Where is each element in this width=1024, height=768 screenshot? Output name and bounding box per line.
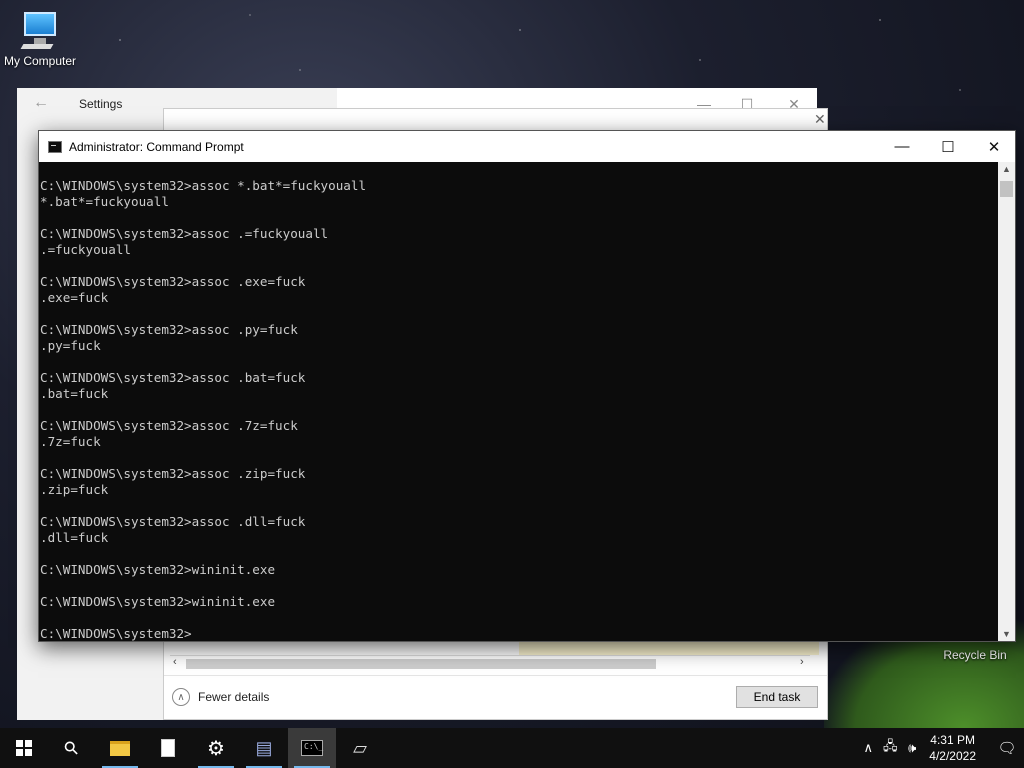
command-prompt-window[interactable]: Administrator: Command Prompt — ☐ ✕ C:\W… [38,130,1016,642]
horizontal-scrollbar[interactable]: ‹ › [170,655,810,671]
cmd-close-button[interactable]: ✕ [971,131,1017,162]
console-line: C:\WINDOWS\system32>wininit.exe [40,562,276,577]
end-task-button[interactable]: End task [736,686,818,708]
taskbar-search-button[interactable]: ⚲ [48,728,96,768]
chevron-up-icon: ∧ [172,688,190,706]
network-icon[interactable]: 🖧 [879,737,901,759]
cmd-window-title: Administrator: Command Prompt [69,139,244,154]
console-line: .py=fuck [40,338,101,353]
console-line: C:\WINDOWS\system32>assoc .bat=fuck [40,370,306,385]
task-manager-footer: ∧ Fewer details End task [164,675,827,719]
taskbar-task-manager[interactable]: ▤ [240,728,288,768]
clock[interactable]: 4:31 PM 4/2/2022 [929,732,976,764]
fewer-details-link[interactable]: ∧ Fewer details [172,688,269,706]
back-arrow-icon[interactable]: ← [33,94,49,112]
scroll-left-icon[interactable]: ‹ [173,656,177,668]
console-line: C:\WINDOWS\system32>assoc .dll=fuck [40,514,306,529]
task-manager-close-button[interactable]: ✕ [814,111,826,128]
console-line: .7z=fuck [40,434,101,449]
console-line: C:\WINDOWS\system32>assoc .zip=fuck [40,466,306,481]
desktop-icon-my-computer[interactable]: My Computer [0,10,80,68]
cmd-titlebar[interactable]: Administrator: Command Prompt — ☐ ✕ [39,131,1015,162]
console-line: C:\WINDOWS\system32>assoc .=fuckyouall [40,226,329,241]
console-line: .=fuckyouall [40,242,131,257]
taskbar-command-prompt[interactable]: C:\_ [288,728,336,768]
desktop-icon-label: My Computer [3,54,77,68]
notification-icon[interactable]: 🗨 [990,728,1024,768]
fewer-details-label: Fewer details [198,690,270,704]
scroll-up-icon[interactable]: ▲ [998,164,1015,174]
scrollbar-thumb[interactable] [186,659,656,669]
windows-logo-icon [16,740,32,756]
cmd-vertical-scrollbar[interactable]: ▲ ▼ [998,162,1015,641]
computer-icon [18,10,62,50]
console-line: C:\WINDOWS\system32>assoc .exe=fuck [40,274,306,289]
start-button[interactable] [0,728,48,768]
settings-title: Settings [79,97,123,111]
scroll-right-icon[interactable]: › [800,656,804,668]
clock-date: 4/2/2022 [929,749,976,763]
drive-icon: ▱ [353,737,367,758]
taskbar: ⚲ ⚙ ▤ C:\_ ▱ ∧ 🖧 🕪 4:31 PM 4/2/2022 🗨 [0,728,1024,768]
cmd-minimize-button[interactable]: — [879,131,925,162]
task-manager-icon: ▤ [255,737,273,758]
console-line: C:\WINDOWS\system32>assoc .7z=fuck [40,418,298,433]
scroll-down-icon[interactable]: ▼ [998,629,1015,639]
task-manager-column-highlight [519,641,819,655]
console-line: C:\WINDOWS\system32>assoc *.bat*=fuckyou… [40,178,367,193]
console-line: .bat=fuck [40,386,109,401]
taskbar-settings[interactable]: ⚙ [192,728,240,768]
cmd-icon: C:\_ [301,740,323,756]
cmd-console-output[interactable]: C:\WINDOWS\system32>assoc *.bat*=fuckyou… [39,162,998,641]
cmd-scrollbar-thumb[interactable] [1000,181,1013,197]
console-line: C:\WINDOWS\system32> [40,626,192,641]
console-line: .zip=fuck [40,482,109,497]
system-tray: ∧ 🖧 🕪 4:31 PM 4/2/2022 🗨 [857,728,1024,768]
clock-time: 4:31 PM [930,733,975,747]
console-line: .dll=fuck [40,530,109,545]
cmd-app-icon [48,140,62,153]
console-line: C:\WINDOWS\system32>assoc .py=fuck [40,322,298,337]
taskbar-notepad[interactable] [144,728,192,768]
search-icon: ⚲ [59,735,84,760]
gear-icon: ⚙ [207,737,225,760]
taskbar-drive[interactable]: ▱ [336,728,384,768]
volume-icon[interactable]: 🕪 [901,740,923,756]
console-line: .exe=fuck [40,290,109,305]
cmd-maximize-button[interactable]: ☐ [925,131,971,162]
taskbar-file-explorer[interactable] [96,728,144,768]
file-icon [161,739,175,757]
console-line: *.bat*=fuckyouall [40,194,169,209]
desktop-icon-label: Recycle Bin [943,648,1007,662]
chevron-up-icon[interactable]: ∧ [857,740,879,756]
folder-icon [110,740,130,756]
console-line: C:\WINDOWS\system32>wininit.exe [40,594,276,609]
